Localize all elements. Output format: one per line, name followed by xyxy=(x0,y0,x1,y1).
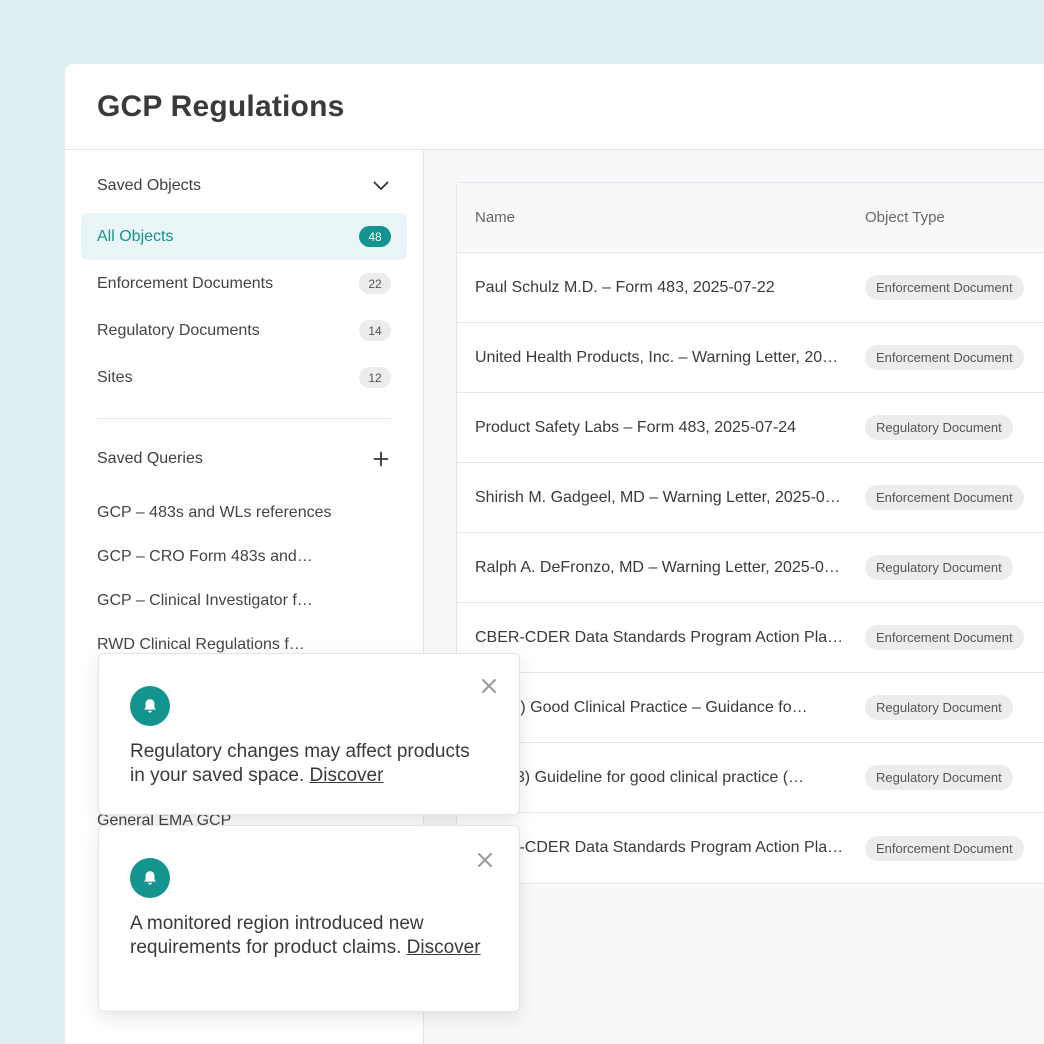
object-type-badge: Enforcement Document xyxy=(865,485,1024,510)
row-name: Ralph A. DeFronzo, MD – Warning Letter, … xyxy=(475,558,840,576)
table-row[interactable]: CBER-CDER Data Standards Program Action … xyxy=(457,813,1044,883)
sidebar-item-regulatory-documents[interactable]: Regulatory Documents 14 xyxy=(81,307,407,354)
sidebar-item-label: Regulatory Documents xyxy=(97,321,260,339)
saved-queries-header: Saved Queries xyxy=(65,449,423,469)
column-header-object-type[interactable]: Object Type xyxy=(865,209,945,226)
row-name: United Health Products, Inc. – Warning L… xyxy=(475,348,839,366)
sidebar-item-sites[interactable]: Sites 12 xyxy=(81,354,407,401)
notification-toast: A monitored region introduced new requir… xyxy=(98,825,520,1012)
count-badge: 48 xyxy=(359,226,391,247)
object-type-badge: Enforcement Document xyxy=(865,625,1024,650)
chevron-down-icon[interactable] xyxy=(371,176,391,196)
sidebar-item-label: All Objects xyxy=(97,227,174,245)
object-type-badge: Enforcement Document xyxy=(865,345,1024,370)
discover-link[interactable]: Discover xyxy=(407,937,481,958)
sidebar-item-label: Enforcement Documents xyxy=(97,274,274,292)
app-header: GCP Regulations xyxy=(65,64,1044,150)
notification-toast: Regulatory changes may affect products i… xyxy=(98,653,520,815)
saved-objects-header[interactable]: Saved Objects xyxy=(65,176,423,196)
sidebar-item-label: Sites xyxy=(97,368,133,386)
table-header: Name Object Type xyxy=(457,183,1044,253)
table-row[interactable]: E6(R3) Good Clinical Practice – Guidance… xyxy=(457,673,1044,743)
row-name: Product Safety Labs – Form 483, 2025-07-… xyxy=(475,418,797,436)
count-badge: 22 xyxy=(359,273,391,294)
count-badge: 14 xyxy=(359,320,391,341)
column-header-name[interactable]: Name xyxy=(457,209,865,226)
notification-message: A monitored region introduced new requir… xyxy=(130,912,489,960)
notification-message: Regulatory changes may affect products i… xyxy=(130,740,489,788)
object-type-badge: Regulatory Document xyxy=(865,765,1013,790)
saved-query-item[interactable]: GCP – Clinical Investigator f… xyxy=(65,579,423,623)
object-type-badge: Enforcement Document xyxy=(865,835,1024,861)
sidebar-item-all-objects[interactable]: All Objects 48 xyxy=(81,213,407,260)
table-row[interactable]: Shirish M. Gadgeel, MD – Warning Letter,… xyxy=(457,463,1044,533)
table-row[interactable]: E6 (R3) Guideline for good clinical prac… xyxy=(457,743,1044,813)
saved-queries-label: Saved Queries xyxy=(97,450,203,467)
count-badge: 12 xyxy=(359,367,391,388)
object-type-badge: Regulatory Document xyxy=(865,415,1013,440)
saved-query-item[interactable]: GCP – CRO Form 483s and… xyxy=(65,535,423,579)
discover-link[interactable]: Discover xyxy=(310,765,384,786)
bell-icon xyxy=(130,858,170,898)
table-row[interactable]: Ralph A. DeFronzo, MD – Warning Letter, … xyxy=(457,533,1044,603)
row-name: Shirish M. Gadgeel, MD – Warning Letter,… xyxy=(475,488,841,506)
close-icon[interactable] xyxy=(475,850,495,870)
sidebar-item-enforcement-documents[interactable]: Enforcement Documents 22 xyxy=(81,260,407,307)
notification-text: A monitored region introduced new requir… xyxy=(130,913,424,958)
table-row[interactable]: United Health Products, Inc. – Warning L… xyxy=(457,323,1044,393)
plus-icon[interactable] xyxy=(371,449,391,469)
object-type-badge: Regulatory Document xyxy=(865,555,1013,580)
bell-icon xyxy=(130,686,170,726)
saved-objects-label: Saved Objects xyxy=(97,177,202,194)
notification-text: Regulatory changes may affect products i… xyxy=(130,741,470,786)
saved-objects-list: All Objects 48 Enforcement Documents 22 … xyxy=(65,213,423,401)
table-row[interactable]: Paul Schulz M.D. – Form 483, 2025-07-22 … xyxy=(457,253,1044,323)
table-row[interactable]: CBER-CDER Data Standards Program Action … xyxy=(457,603,1044,673)
table-row[interactable]: Product Safety Labs – Form 483, 2025-07-… xyxy=(457,393,1044,463)
row-name: CBER-CDER Data Standards Program Action … xyxy=(475,628,844,646)
object-type-badge: Regulatory Document xyxy=(865,695,1013,720)
object-type-badge: Enforcement Document xyxy=(865,275,1024,300)
objects-table: Name Object Type Paul Schulz M.D. – Form… xyxy=(456,182,1044,884)
row-name: Paul Schulz M.D. – Form 483, 2025-07-22 xyxy=(475,278,775,296)
close-icon[interactable] xyxy=(479,676,499,696)
page-title: GCP Regulations xyxy=(97,89,345,123)
saved-query-item[interactable]: GCP – 483s and WLs references xyxy=(65,491,423,535)
